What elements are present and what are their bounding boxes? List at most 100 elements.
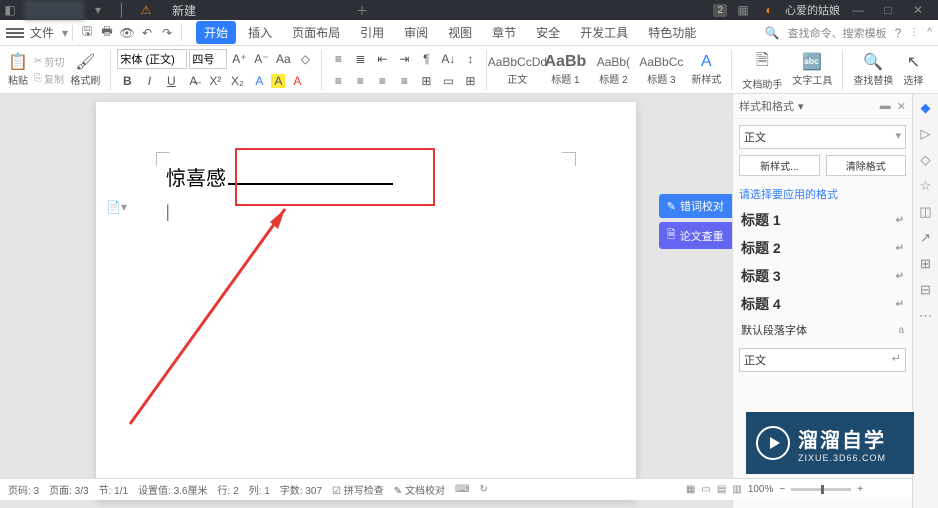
notification-badge[interactable]: 2 — [713, 4, 727, 17]
clear-format-btn[interactable]: 清除格式 — [826, 155, 907, 176]
superscript-icon[interactable]: X² — [205, 71, 225, 91]
tab-start[interactable]: 开始 — [196, 21, 236, 44]
zoom-slider[interactable] — [791, 488, 851, 491]
view-outline-icon[interactable]: ▥ — [732, 484, 741, 495]
more-icon[interactable]: ⋯ — [918, 308, 934, 324]
highlight-icon[interactable]: A — [271, 74, 285, 88]
selection-icon[interactable]: ▷ — [918, 126, 934, 142]
preview-icon[interactable]: 👁 — [117, 23, 137, 43]
font-size-select[interactable] — [189, 49, 227, 69]
properties-icon[interactable]: ⊟ — [918, 282, 934, 298]
view-web-icon[interactable]: ▤ — [717, 484, 726, 495]
show-marks-icon[interactable]: ¶ — [416, 49, 436, 69]
warning-icon[interactable]: ⚠ — [136, 0, 156, 20]
tab-view[interactable]: 视图 — [440, 21, 480, 44]
tab-layout[interactable]: 页面布局 — [284, 21, 348, 44]
tab-insert[interactable]: 插入 — [240, 21, 280, 44]
bold-icon[interactable]: B — [117, 71, 137, 91]
view-read-icon[interactable]: ▭ — [701, 484, 710, 495]
number-list-icon[interactable]: ≣ — [350, 49, 370, 69]
style-item-h4[interactable]: 标题 4↵ — [739, 290, 906, 318]
current-style-select[interactable]: 正文 ▾ — [739, 125, 906, 149]
new-style-button[interactable]: A 新样式 — [687, 53, 725, 86]
strike-icon[interactable]: A̶ — [183, 71, 203, 91]
tab-new[interactable]: 新建 — [160, 0, 208, 20]
align-right-icon[interactable]: ≡ — [372, 71, 392, 91]
align-left-icon[interactable]: ≡ — [328, 71, 348, 91]
decrease-font-icon[interactable]: A⁻ — [251, 49, 271, 69]
print-icon[interactable]: 🖶 — [97, 23, 117, 43]
text-tools-button[interactable]: 🔤 文字工具 — [788, 52, 836, 87]
redo-icon[interactable]: ↷ — [157, 23, 177, 43]
document-area[interactable]: 惊喜感 | 📄▾ ✎ 错词校对 🗎 论文查重 — [0, 94, 732, 508]
search-icon[interactable]: 🔍 — [765, 26, 780, 40]
paste-button[interactable]: 📋 粘贴 — [4, 52, 32, 87]
doc-helper-button[interactable]: 🗎 文档助手 — [738, 49, 786, 91]
tab-review[interactable]: 审阅 — [396, 21, 436, 44]
menu-file[interactable]: 文件 — [30, 24, 54, 41]
style-body-input[interactable]: 正文↵ — [739, 348, 906, 372]
styles-icon[interactable]: ◆ — [918, 100, 934, 116]
line-spacing-icon[interactable]: ↕ — [460, 49, 480, 69]
shapes-icon[interactable]: ◇ — [918, 152, 934, 168]
style-gallery[interactable]: AaBbCcDd正文 AaBb标题 1 AaBb(标题 2 AaBbCc标题 3 — [493, 51, 685, 88]
status-page[interactable]: 页面: 3/3 — [49, 482, 88, 497]
indent-inc-icon[interactable]: ⇥ — [394, 49, 414, 69]
tab-reference[interactable]: 引用 — [352, 21, 392, 44]
status-spell[interactable]: ☑ 拼写检查 — [332, 482, 384, 497]
font-color-icon[interactable]: A — [287, 71, 307, 91]
tab-blurred[interactable] — [24, 0, 84, 20]
hamburger-icon[interactable] — [6, 28, 24, 38]
close-button[interactable]: ✕ — [906, 3, 930, 17]
user-name[interactable]: 心爱的姑娘 — [785, 2, 840, 18]
status-doc-check[interactable]: ✎ 文档校对 — [394, 482, 445, 497]
format-painter-button[interactable]: 🖌 格式刷 — [66, 52, 104, 87]
view-print-icon[interactable]: ▦ — [686, 484, 695, 495]
nav-icon[interactable]: ◫ — [918, 204, 934, 220]
new-style-btn[interactable]: 新样式... — [739, 155, 820, 176]
maximize-button[interactable]: □ — [876, 3, 900, 17]
border-icon[interactable]: ⊞ — [460, 71, 480, 91]
tab-add-icon[interactable]: ＋ — [352, 0, 372, 20]
zoom-value[interactable]: 100% — [748, 484, 774, 495]
increase-font-icon[interactable]: A⁺ — [229, 49, 249, 69]
grid-icon[interactable]: ▦ — [733, 0, 753, 20]
select-button[interactable]: ↖ 选择 — [899, 52, 927, 87]
clipboard-icon[interactable]: ☆ — [918, 178, 934, 194]
find-replace-button[interactable]: 🔍 查找替换 — [849, 52, 897, 87]
share-icon[interactable]: ↗ — [918, 230, 934, 246]
indent-dec-icon[interactable]: ⇤ — [372, 49, 392, 69]
sort-icon[interactable]: A↓ — [438, 49, 458, 69]
bullet-list-icon[interactable]: ≡ — [328, 49, 348, 69]
text-effect-icon[interactable]: A — [249, 71, 269, 91]
font-name-select[interactable] — [117, 49, 187, 69]
distribute-icon[interactable]: ⊞ — [416, 71, 436, 91]
side-tag-plagiarism[interactable]: 🗎 论文查重 — [659, 222, 732, 249]
search-hint[interactable]: 查找命令、搜索模板 — [788, 25, 887, 41]
undo-icon[interactable]: ↶ — [137, 23, 157, 43]
tab-security[interactable]: 安全 — [528, 21, 568, 44]
tab-developer[interactable]: 开发工具 — [572, 21, 636, 44]
status-page-num[interactable]: 页码: 3 — [8, 482, 39, 497]
align-justify-icon[interactable]: ≡ — [394, 71, 414, 91]
status-input-icon[interactable]: ⌨ — [455, 484, 469, 495]
style-item-h2[interactable]: 标题 2↵ — [739, 234, 906, 262]
tab-section[interactable]: 章节 — [484, 21, 524, 44]
subscript-icon[interactable]: X₂ — [227, 71, 247, 91]
dropdown-icon[interactable]: ▾ — [88, 0, 108, 20]
save-icon[interactable]: 🖫 — [77, 23, 97, 43]
pane-collapse-icon[interactable]: ▬ — [880, 100, 891, 113]
shading-icon[interactable]: ▭ — [438, 71, 458, 91]
minimize-button[interactable]: — — [846, 3, 870, 17]
pane-close-icon[interactable]: ✕ — [897, 100, 906, 113]
refresh-icon[interactable]: ◐ — [759, 0, 779, 20]
status-sync-icon[interactable]: ↻ — [479, 484, 487, 495]
style-item-h3[interactable]: 标题 3↵ — [739, 262, 906, 290]
help-icon[interactable]: ? — [895, 26, 902, 40]
change-case-icon[interactable]: Aa — [273, 49, 293, 69]
style-item-default[interactable]: 默认段落字体a — [739, 318, 906, 342]
clear-format-icon[interactable]: ◇ — [295, 49, 315, 69]
settings-icon[interactable]: ⊞ — [918, 256, 934, 272]
tab-special[interactable]: 特色功能 — [640, 21, 704, 44]
side-tag-proofread[interactable]: ✎ 错词校对 — [659, 194, 732, 218]
